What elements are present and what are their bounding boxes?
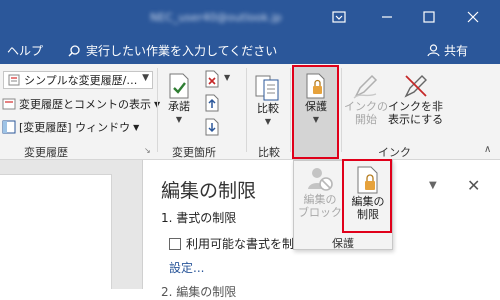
hide-ink-label: インクを非 表示にする bbox=[388, 100, 444, 126]
close-window-icon[interactable] bbox=[462, 6, 484, 28]
document-page[interactable] bbox=[0, 174, 112, 289]
menu-bar: ヘルプ 実行したい作業を入力してください 共有 bbox=[0, 38, 500, 64]
reject-button[interactable]: ▼ bbox=[204, 70, 230, 91]
formatting-restrictions-heading: 1. 書式の制限 bbox=[161, 211, 237, 225]
pane-options-icon[interactable]: ▼ bbox=[429, 180, 437, 191]
protect-dropdown-menu: 編集の ブロック 編集の 制限 保護 bbox=[293, 159, 393, 250]
ribbon: シンプルな変更履歴/… ▼ 変更履歴とコメントの表示 ▼ [変更履歴] ウィンド… bbox=[0, 64, 500, 160]
start-inking-button[interactable]: インクの 開始 bbox=[344, 72, 388, 126]
next-change-icon bbox=[205, 118, 219, 136]
group-divider bbox=[157, 68, 158, 152]
accept-label: 承諾 bbox=[168, 100, 190, 113]
account-name: NEC_user40@outlook.jp bbox=[150, 11, 282, 24]
settings-link[interactable]: 設定... bbox=[169, 259, 204, 276]
group-label-tracking: 変更履歴 bbox=[24, 146, 68, 159]
accept-icon bbox=[169, 73, 189, 99]
show-markup-label: 変更履歴とコメントの表示 bbox=[19, 98, 151, 111]
checkbox-box bbox=[169, 237, 181, 250]
pane-close-icon[interactable]: ✕ bbox=[467, 176, 480, 195]
group-label-changes: 変更箇所 bbox=[172, 146, 216, 159]
highlight-frame bbox=[292, 65, 339, 159]
tell-me-text: 実行したい作業を入力してください bbox=[86, 44, 278, 58]
markup-icon bbox=[8, 74, 20, 86]
editing-restrictions-heading: 2. 編集の制限 bbox=[161, 285, 237, 299]
chevron-down-icon: ▼ bbox=[175, 115, 183, 124]
reviewing-pane-label: [変更履歴] ウィンドウ bbox=[19, 121, 131, 134]
search-icon bbox=[68, 44, 80, 56]
compare-icon bbox=[255, 75, 279, 101]
reviewing-pane-button[interactable]: [変更履歴] ウィンドウ ▼ bbox=[2, 119, 139, 135]
hide-ink-button[interactable]: インクを非 表示にする bbox=[388, 72, 443, 126]
group-divider bbox=[246, 68, 247, 152]
accept-button[interactable]: 承諾 ▼ bbox=[166, 72, 192, 126]
chevron-down-icon: ▼ bbox=[224, 73, 231, 82]
reject-icon bbox=[205, 70, 219, 88]
next-change-button[interactable] bbox=[204, 118, 220, 139]
tab-help[interactable]: ヘルプ bbox=[7, 42, 43, 59]
chevron-down-icon: ▼ bbox=[142, 73, 149, 83]
chevron-down-icon: ▼ bbox=[133, 122, 140, 132]
share-label: 共有 bbox=[444, 44, 469, 58]
block-authors-icon bbox=[308, 168, 333, 191]
block-authors-button[interactable]: 編集の ブロック bbox=[298, 165, 342, 219]
person-icon bbox=[427, 44, 440, 57]
group-label-compare: 比較 bbox=[258, 146, 280, 159]
ribbon-display-options-icon[interactable] bbox=[328, 6, 350, 28]
pane-title: 編集の制限 bbox=[161, 180, 257, 202]
compare-label: 比較 bbox=[257, 102, 279, 115]
compare-button[interactable]: 比較 ▼ bbox=[254, 72, 282, 128]
highlight-frame bbox=[342, 159, 392, 233]
group-divider bbox=[290, 68, 291, 152]
chevron-down-icon: ▼ bbox=[264, 117, 272, 126]
show-markup-button[interactable]: 変更履歴とコメントの表示 ▼ bbox=[2, 96, 160, 112]
markup-view-value: シンプルな変更履歴/… bbox=[24, 74, 138, 87]
reviewing-pane-icon bbox=[2, 120, 16, 134]
title-bar: NEC_user40@outlook.jp bbox=[0, 0, 500, 38]
maximize-icon[interactable] bbox=[418, 6, 440, 28]
minimize-icon[interactable] bbox=[376, 6, 398, 28]
markup-view-dropdown[interactable]: シンプルな変更履歴/… ▼ bbox=[3, 71, 153, 89]
previous-change-button[interactable] bbox=[204, 94, 220, 115]
start-inking-label: インクの 開始 bbox=[344, 100, 388, 126]
hide-ink-icon bbox=[403, 75, 427, 98]
group-label-ink: インク bbox=[378, 146, 411, 159]
share-button[interactable]: 共有 bbox=[427, 42, 468, 59]
group-label-protect: 保護 bbox=[332, 237, 354, 250]
previous-change-icon bbox=[205, 94, 219, 112]
collapse-ribbon-icon[interactable]: ∧ bbox=[484, 144, 491, 155]
block-authors-label: 編集の ブロック bbox=[298, 193, 342, 219]
tell-me-box[interactable]: 実行したい作業を入力してください bbox=[68, 42, 277, 59]
group-divider bbox=[341, 68, 342, 152]
dialog-launcher-icon[interactable]: ↘ bbox=[144, 146, 151, 155]
pen-icon bbox=[353, 74, 378, 99]
show-markup-icon bbox=[2, 98, 16, 110]
